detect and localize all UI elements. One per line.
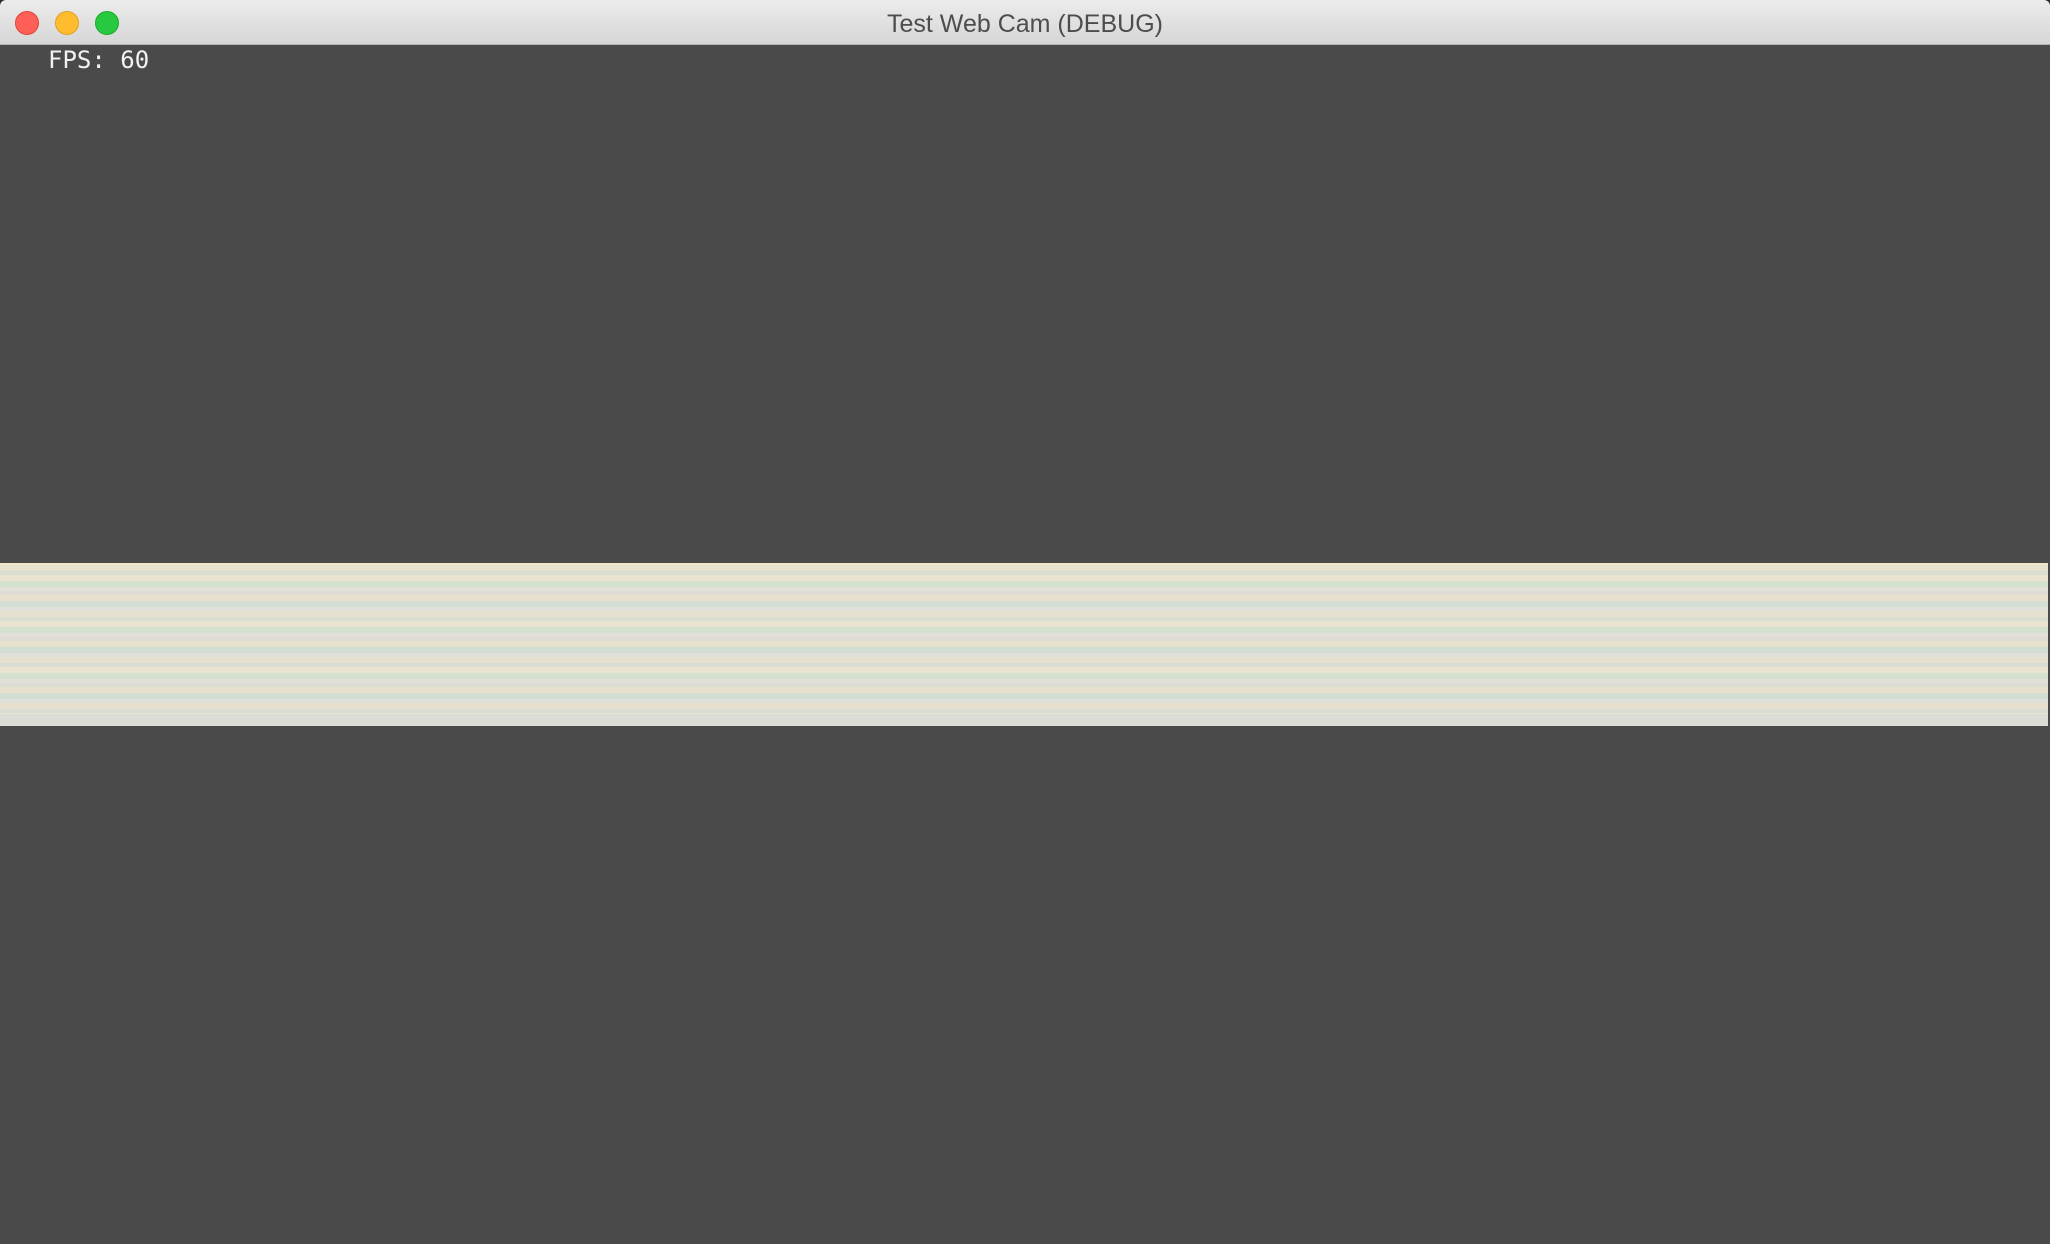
camera-view: FPS: 60 [0,45,2050,1244]
title-bar[interactable]: Test Web Cam (DEBUG) [0,0,2050,45]
webcam-frame-bottom-edge [0,714,2048,726]
app-window: Test Web Cam (DEBUG) FPS: 60 [0,0,2050,1244]
window-title: Test Web Cam (DEBUG) [887,10,1163,38]
webcam-frame-strip [0,563,2048,726]
fps-counter: FPS: 60 [48,46,150,74]
